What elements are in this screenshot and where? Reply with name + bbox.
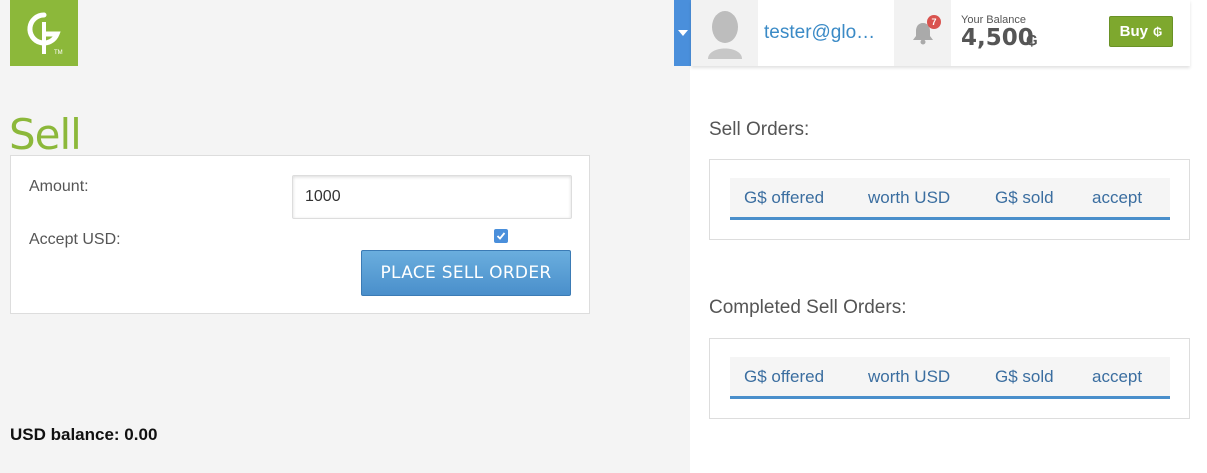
col-worth-usd[interactable]: worth USD <box>868 188 950 208</box>
accept-usd-checkbox[interactable] <box>494 229 508 243</box>
col-g-offered[interactable]: G$ offered <box>744 188 824 208</box>
buy-button[interactable]: Buy ₲ <box>1109 16 1173 47</box>
col-g-sold[interactable]: G$ sold <box>995 188 1054 208</box>
amount-input[interactable] <box>292 175 572 219</box>
sell-orders-title: Sell Orders: <box>709 119 810 140</box>
sell-orders-table-header: G$ offered worth USD G$ sold accept <box>730 178 1170 220</box>
currency-symbol: ₲ <box>1026 32 1038 49</box>
place-sell-order-button[interactable]: PLACE SELL ORDER <box>361 250 571 296</box>
amount-label: Amount: <box>29 178 89 195</box>
completed-orders-table-header: G$ offered worth USD G$ sold accept <box>730 357 1170 399</box>
caret-down-icon <box>677 30 688 36</box>
completed-orders-panel: G$ offered worth USD G$ sold accept <box>709 338 1190 419</box>
buy-currency-symbol: ₲ <box>1153 24 1163 39</box>
menu-toggle-button[interactable] <box>674 0 691 66</box>
usd-balance: USD balance: 0.00 <box>10 425 158 444</box>
svg-text:TM: TM <box>54 50 63 56</box>
sell-form: Amount: Accept USD: PLACE SELL ORDER <box>10 155 590 314</box>
user-email[interactable]: tester@glo… <box>758 0 894 66</box>
col-g-offered[interactable]: G$ offered <box>744 367 824 387</box>
sell-orders-panel: G$ offered worth USD G$ sold accept <box>709 159 1190 240</box>
brand-logo[interactable]: TM <box>10 0 78 66</box>
check-icon <box>496 232 506 240</box>
user-avatar-icon <box>707 11 742 59</box>
avatar[interactable] <box>691 0 758 66</box>
balance-value: 4,500 <box>961 25 1034 51</box>
buy-label: Buy <box>1119 23 1148 40</box>
col-worth-usd[interactable]: worth USD <box>868 367 950 387</box>
notifications-button[interactable]: 7 <box>894 0 951 66</box>
account-header: tester@glo… 7 Your Balance 4,500 ₲ Buy ₲ <box>691 0 1190 66</box>
page-title: Sell <box>9 110 82 159</box>
col-accept[interactable]: accept <box>1092 188 1142 208</box>
col-g-sold[interactable]: G$ sold <box>995 367 1054 387</box>
completed-orders-title: Completed Sell Orders: <box>709 297 907 318</box>
sell-pane: TM Sell Amount: Accept USD: PLACE SELL O… <box>0 0 690 473</box>
notification-badge: 7 <box>927 15 941 29</box>
accept-usd-label: Accept USD: <box>29 231 121 248</box>
balance-panel: Your Balance 4,500 ₲ Buy ₲ <box>951 0 1190 66</box>
logo-icon: TM <box>27 12 63 56</box>
col-accept[interactable]: accept <box>1092 367 1142 387</box>
